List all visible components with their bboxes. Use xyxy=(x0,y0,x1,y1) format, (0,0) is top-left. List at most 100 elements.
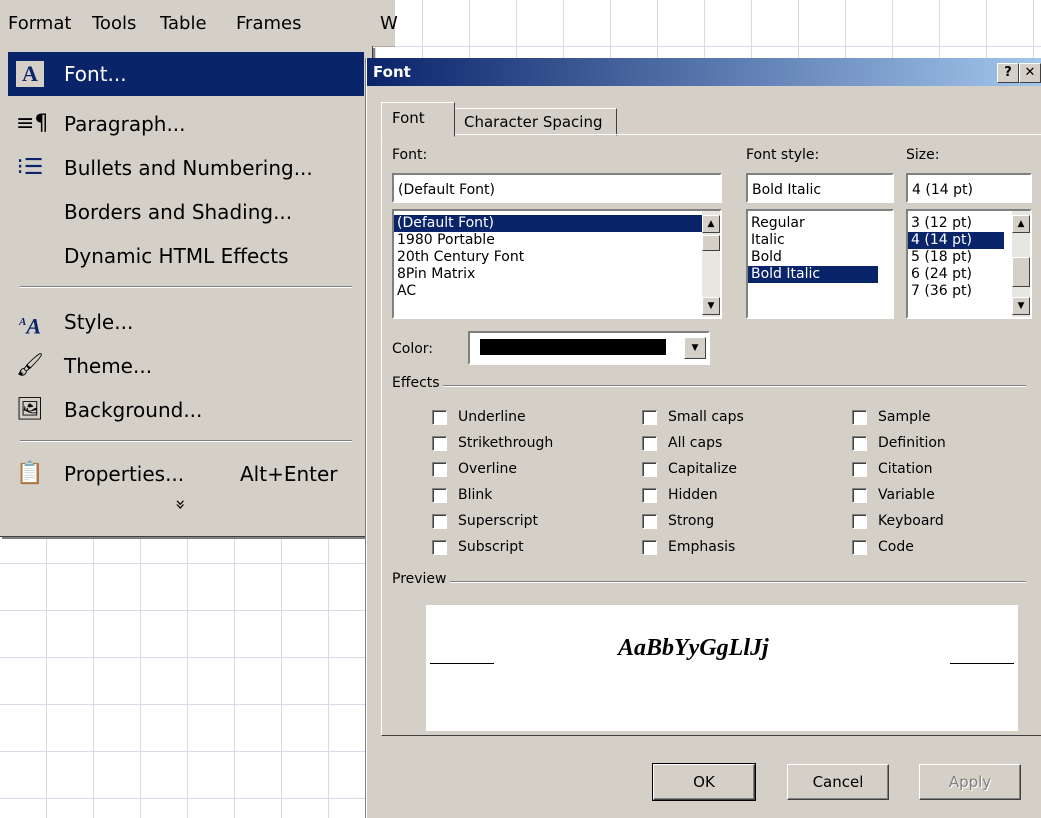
dialog-title: Font xyxy=(373,63,411,81)
font-icon: A xyxy=(16,61,44,87)
color-swatch xyxy=(480,339,666,355)
cancel-button[interactable]: Cancel xyxy=(787,764,889,800)
scroll-down-icon[interactable]: ▼ xyxy=(702,297,720,315)
size-label: Size: xyxy=(906,147,940,163)
checkbox[interactable] xyxy=(852,488,867,503)
font-list-scrollbar[interactable]: ▲ ▼ xyxy=(702,211,720,317)
menu-item-theme[interactable]: 🖌 Theme... xyxy=(8,344,364,388)
color-select[interactable]: ▼ xyxy=(468,331,710,365)
font-style-input[interactable]: Bold Italic xyxy=(746,173,894,203)
checkbox-label: Definition xyxy=(878,435,946,451)
checkbox-label: Subscript xyxy=(458,539,524,555)
font-list-item[interactable]: (Default Font) xyxy=(394,215,720,232)
tab-font[interactable]: Font xyxy=(381,102,455,137)
checkbox[interactable] xyxy=(432,436,447,451)
menu-item-borders[interactable]: Borders and Shading... xyxy=(8,190,364,234)
close-button[interactable]: ✕ xyxy=(1019,63,1041,83)
menu-item-dhtml-effects[interactable]: Dynamic HTML Effects xyxy=(8,234,364,278)
checkbox-label: All caps xyxy=(668,435,723,451)
font-style-listbox[interactable]: Regular Italic Bold Bold Italic xyxy=(746,209,894,319)
menu-item-style[interactable]: AA Style... xyxy=(8,300,364,344)
menu-item-label: Borders and Shading... xyxy=(64,200,293,224)
menu-tools[interactable]: Tools xyxy=(92,13,136,34)
dialog-titlebar: Font ? ✕ xyxy=(367,58,1041,86)
help-button[interactable]: ? xyxy=(997,63,1019,83)
checkbox[interactable] xyxy=(852,436,867,451)
checkbox-label: Sample xyxy=(878,409,931,425)
size-list-scrollbar[interactable]: ▲ ▼ xyxy=(1012,211,1030,317)
size-value: 4 (14 pt) xyxy=(912,182,973,198)
checkbox[interactable] xyxy=(852,462,867,477)
menu-separator xyxy=(20,286,352,288)
checkbox[interactable] xyxy=(642,514,657,529)
font-style-item[interactable]: Bold Italic xyxy=(748,266,878,283)
checkbox[interactable] xyxy=(432,540,447,555)
checkbox[interactable] xyxy=(642,410,657,425)
menu-bar: Format Tools Table Frames W xyxy=(0,0,398,47)
checkbox[interactable] xyxy=(642,462,657,477)
checkbox[interactable] xyxy=(852,540,867,555)
checkbox[interactable] xyxy=(642,540,657,555)
checkbox[interactable] xyxy=(432,488,447,503)
size-list-item[interactable]: 4 (14 pt) xyxy=(908,232,1004,249)
font-name-value: (Default Font) xyxy=(398,182,496,198)
font-list-item[interactable]: 8Pin Matrix xyxy=(394,266,720,283)
scroll-up-icon[interactable]: ▲ xyxy=(1012,215,1030,233)
checkbox[interactable] xyxy=(432,462,447,477)
menu-table[interactable]: Table xyxy=(160,13,207,34)
scroll-thumb[interactable] xyxy=(702,235,720,251)
font-dialog: Font ? ✕ Font Character Spacing Font: (D… xyxy=(366,58,1041,818)
format-menu: A Font... ≡¶ Paragraph... ⁝☰ Bullets and… xyxy=(0,46,373,537)
font-name-input[interactable]: (Default Font) xyxy=(392,173,722,203)
preview-baseline-right xyxy=(950,663,1014,664)
checkbox-label: Underline xyxy=(458,409,526,425)
menu-item-bullets[interactable]: ⁝☰ Bullets and Numbering... xyxy=(8,146,364,190)
font-style-item[interactable]: Regular xyxy=(748,215,892,232)
menu-item-properties[interactable]: 📋 Properties... Alt+Enter xyxy=(8,452,364,496)
checkbox-label: Strong xyxy=(668,513,715,529)
tab-character-spacing[interactable]: Character Spacing xyxy=(453,108,617,136)
font-list-item[interactable]: AC xyxy=(394,283,720,300)
menu-frames[interactable]: Frames xyxy=(236,13,301,34)
theme-icon: 🖌 xyxy=(16,353,44,378)
checkbox[interactable] xyxy=(432,410,447,425)
font-style-value: Bold Italic xyxy=(752,182,822,198)
checkbox-label: Capitalize xyxy=(668,461,737,477)
menu-item-background[interactable]: 🖼 Background... xyxy=(8,388,364,432)
checkbox[interactable] xyxy=(852,410,867,425)
scroll-down-icon[interactable]: ▼ xyxy=(1012,297,1030,315)
size-input[interactable]: 4 (14 pt) xyxy=(906,173,1032,203)
checkbox[interactable] xyxy=(642,436,657,451)
menu-item-font[interactable]: A Font... xyxy=(8,52,364,96)
scroll-thumb[interactable] xyxy=(1012,257,1030,287)
properties-icon: 📋 xyxy=(16,461,44,486)
menu-format[interactable]: Format xyxy=(8,13,71,34)
font-list-item[interactable]: 20th Century Font xyxy=(394,249,720,266)
menu-window[interactable]: W xyxy=(380,13,398,34)
font-list-item[interactable]: 1980 Portable xyxy=(394,232,720,249)
menu-item-label: Paragraph... xyxy=(64,112,186,136)
scroll-up-icon[interactable]: ▲ xyxy=(702,215,720,233)
font-tab-panel: Font: (Default Font) (Default Font) 1980… xyxy=(381,134,1041,736)
font-listbox[interactable]: (Default Font) 1980 Portable 20th Centur… xyxy=(392,209,722,319)
font-style-item[interactable]: Italic xyxy=(748,232,892,249)
checkbox-label: Emphasis xyxy=(668,539,736,555)
font-style-item[interactable]: Bold xyxy=(748,249,892,266)
checkbox-label: Blink xyxy=(458,487,493,503)
expand-menu-chevron-icon[interactable]: » xyxy=(170,499,191,510)
checkbox-label: Hidden xyxy=(668,487,718,503)
chevron-down-icon[interactable]: ▼ xyxy=(684,337,706,359)
style-icon: AA xyxy=(18,313,42,339)
checkbox-label: Superscript xyxy=(458,513,539,529)
menu-item-paragraph[interactable]: ≡¶ Paragraph... xyxy=(8,102,364,146)
size-listbox[interactable]: 3 (12 pt) 4 (14 pt) 5 (18 pt) 6 (24 pt) … xyxy=(906,209,1032,319)
apply-button[interactable]: Apply xyxy=(919,764,1021,800)
preview-baseline-left xyxy=(430,663,494,664)
checkbox[interactable] xyxy=(642,488,657,503)
checkbox[interactable] xyxy=(852,514,867,529)
preview-label: Preview xyxy=(392,571,450,587)
preview-sample-text: AaBbYyGgLlJj xyxy=(618,635,769,661)
effects-label: Effects xyxy=(392,375,443,391)
ok-button[interactable]: OK xyxy=(652,763,756,801)
checkbox[interactable] xyxy=(432,514,447,529)
